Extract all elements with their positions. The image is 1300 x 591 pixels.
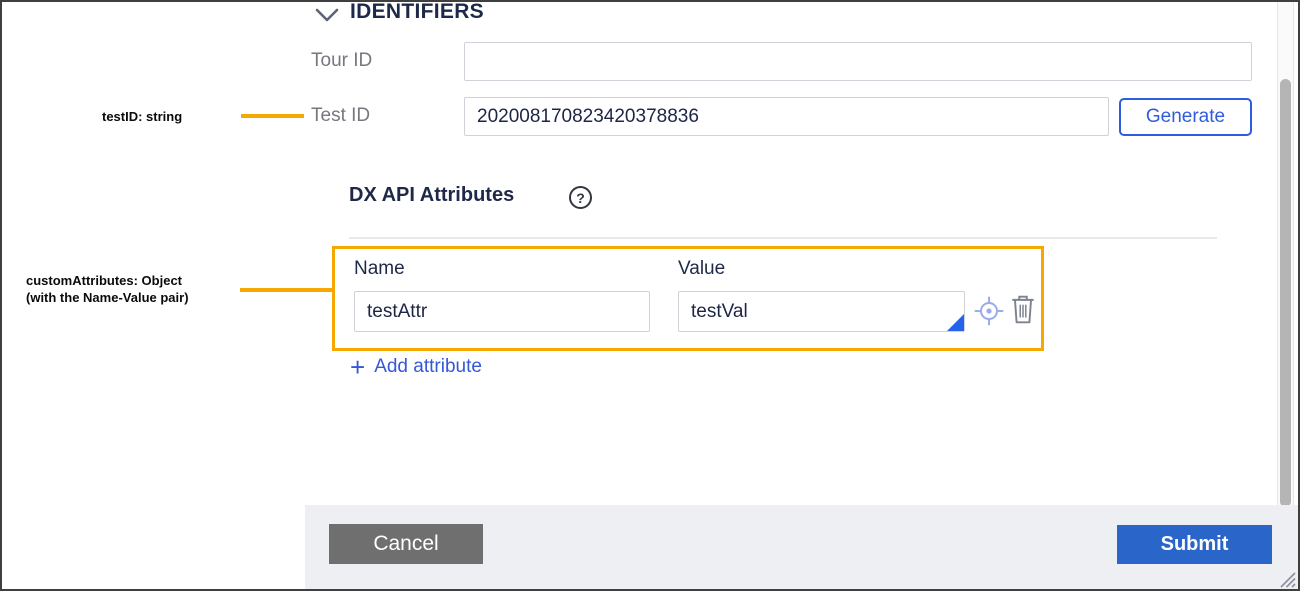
expression-corner-handle[interactable]	[947, 314, 964, 331]
value-column-header: Value	[678, 258, 725, 280]
test-id-input[interactable]	[464, 97, 1109, 136]
resize-grip-icon[interactable]	[1276, 568, 1296, 588]
annotation-custom-attributes: customAttributes: Object (with the Name-…	[26, 272, 189, 306]
annotation-connector-testid	[241, 114, 304, 118]
generate-button[interactable]: Generate	[1119, 98, 1252, 136]
target-icon	[974, 296, 1004, 326]
annotation-connector-custom-attributes	[240, 288, 332, 292]
plus-icon: +	[350, 356, 365, 378]
annotation-custom-attributes-line1: customAttributes: Object	[26, 272, 189, 289]
identifiers-collapse-toggle[interactable]	[314, 7, 340, 28]
attribute-row	[354, 291, 650, 332]
submit-button[interactable]: Submit	[1117, 525, 1272, 564]
annotation-testid: testID: string	[102, 108, 182, 125]
dx-api-attributes-title: DX API Attributes	[349, 184, 514, 207]
section-divider	[349, 237, 1217, 239]
add-attribute-link[interactable]: + Add attribute	[350, 356, 482, 378]
test-id-label: Test ID	[311, 105, 370, 127]
attribute-name-input[interactable]	[354, 291, 650, 332]
cancel-button[interactable]: Cancel	[329, 524, 483, 564]
help-icon[interactable]: ?	[569, 186, 592, 209]
modal-window: testID: string customAttributes: Object …	[0, 0, 1300, 591]
chevron-down-icon	[314, 7, 340, 23]
name-column-header: Name	[354, 258, 405, 280]
identifiers-section-title: IDENTIFIERS	[350, 0, 484, 24]
annotation-custom-attributes-line2: (with the Name-Value pair)	[26, 289, 189, 306]
tour-id-label: Tour ID	[311, 50, 372, 72]
add-attribute-label: Add attribute	[374, 356, 482, 378]
delete-attribute-button[interactable]	[1010, 294, 1036, 325]
attribute-value-input[interactable]	[678, 291, 965, 332]
tour-id-input[interactable]	[464, 42, 1252, 81]
target-button[interactable]	[974, 296, 1004, 326]
vertical-scrollbar-thumb[interactable]	[1280, 79, 1291, 507]
trash-icon	[1010, 294, 1036, 325]
